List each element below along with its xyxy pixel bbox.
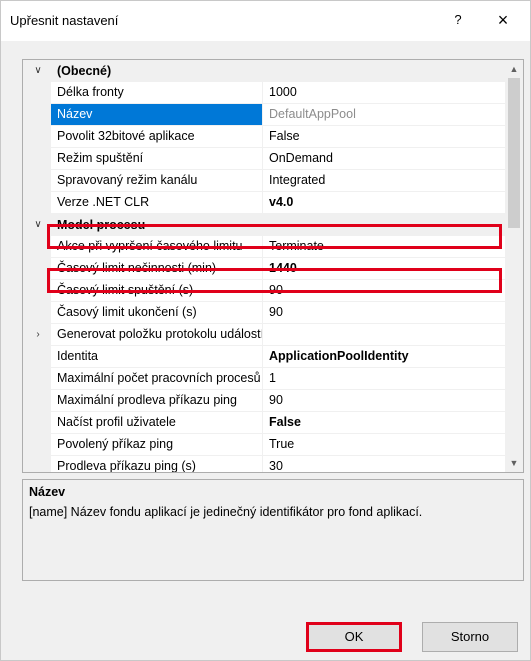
property-name: Maximální prodleva příkazu ping (51, 390, 263, 412)
property-name: Délka fronty (51, 82, 263, 104)
cancel-button[interactable]: Storno (422, 622, 518, 652)
expand-chevron-icon[interactable]: ∨ (31, 218, 45, 232)
property-value[interactable]: False (263, 126, 505, 148)
property-name: Načíst profil uživatele (51, 412, 263, 434)
property-row[interactable]: Maximální počet pracovních procesů 1 (23, 368, 505, 390)
property-name: Verze .NET CLR (51, 192, 263, 214)
property-name: Identita (51, 346, 263, 368)
property-value[interactable]: DefaultAppPool (263, 104, 505, 126)
row-gutter (23, 368, 51, 390)
description-panel: Název [name] Název fondu aplikací je jed… (22, 479, 524, 581)
row-gutter (23, 126, 51, 148)
property-row[interactable]: Délka fronty 1000 (23, 82, 505, 104)
property-name: Generovat položku protokolu událostí (51, 324, 263, 346)
row-gutter (23, 170, 51, 192)
row-gutter (23, 82, 51, 104)
dialog-title: Upřesnit nastavení (10, 13, 119, 28)
property-value[interactable]: 1 (263, 368, 505, 390)
property-row[interactable]: Verze .NET CLR v4.0 (23, 192, 505, 214)
property-value[interactable]: 1000 (263, 82, 505, 104)
property-row[interactable]: Název DefaultAppPool (23, 104, 505, 126)
title-bar: Upřesnit nastavení ? × (1, 1, 530, 41)
property-name: Spravovaný režim kanálu (51, 170, 263, 192)
row-gutter: ∨ (23, 60, 51, 82)
expand-chevron-icon[interactable]: › (31, 328, 45, 342)
row-gutter (23, 434, 51, 456)
help-button[interactable]: ? (447, 9, 469, 31)
category-label: (Obecné) (51, 60, 505, 82)
row-gutter (23, 456, 51, 472)
property-row[interactable]: Povolit 32bitové aplikace False (23, 126, 505, 148)
property-row[interactable]: Časový limit ukončení (s) 90 (23, 302, 505, 324)
advanced-settings-dialog: Upřesnit nastavení ? × ∨ (Obecné) Délka fr… (0, 0, 531, 661)
row-gutter (23, 390, 51, 412)
highlight-model-procesu (47, 224, 502, 249)
property-value[interactable]: False (263, 412, 505, 434)
highlight-idle-timeout (47, 268, 502, 293)
expand-chevron-icon[interactable]: ∨ (31, 64, 45, 78)
property-value[interactable]: True (263, 434, 505, 456)
property-value[interactable]: ApplicationPoolIdentity (263, 346, 505, 368)
description-text: [name] Název fondu aplikací je jedinečný… (29, 505, 423, 519)
scroll-down-icon[interactable]: ▼ (505, 454, 523, 472)
property-row[interactable]: Povolený příkaz ping True (23, 434, 505, 456)
property-name: Maximální počet pracovních procesů (51, 368, 263, 390)
property-row[interactable]: Spravovaný režim kanálu Integrated (23, 170, 505, 192)
property-rows: ∨ (Obecné) Délka fronty 1000 Název DefaultApp… (23, 60, 505, 472)
description-title: Název (29, 485, 66, 499)
property-name: Režim spuštění (51, 148, 263, 170)
property-value[interactable]: 90 (263, 302, 505, 324)
row-gutter (23, 104, 51, 126)
property-value[interactable]: OnDemand (263, 148, 505, 170)
property-row[interactable]: Maximální prodleva příkazu ping 90 (23, 390, 505, 412)
scroll-thumb[interactable] (508, 78, 520, 228)
row-gutter: › (23, 324, 51, 346)
ok-button[interactable]: OK (306, 622, 402, 652)
property-value[interactable]: 90 (263, 390, 505, 412)
property-row[interactable]: Prodleva příkazu ping (s) 30 (23, 456, 505, 472)
property-value[interactable]: Integrated (263, 170, 505, 192)
row-gutter (23, 302, 51, 324)
row-gutter (23, 412, 51, 434)
scroll-up-icon[interactable]: ▲ (505, 60, 523, 78)
property-value[interactable]: 30 (263, 456, 505, 472)
property-name: Časový limit ukončení (s) (51, 302, 263, 324)
property-name: Povolený příkaz ping (51, 434, 263, 456)
property-name: Povolit 32bitové aplikace (51, 126, 263, 148)
property-row[interactable]: › Generovat položku protokolu událostí (23, 324, 505, 346)
property-name: Název (51, 104, 263, 126)
property-row[interactable]: Režim spuštění OnDemand (23, 148, 505, 170)
property-name: Prodleva příkazu ping (s) (51, 456, 263, 472)
property-grid[interactable]: ∨ (Obecné) Délka fronty 1000 Název DefaultApp… (22, 59, 524, 473)
row-gutter (23, 148, 51, 170)
property-row[interactable]: Načíst profil uživatele False (23, 412, 505, 434)
vertical-scrollbar[interactable]: ▲ ▼ (505, 60, 523, 472)
row-gutter (23, 192, 51, 214)
property-row[interactable]: Identita ApplicationPoolIdentity (23, 346, 505, 368)
property-value[interactable]: v4.0 (263, 192, 505, 214)
property-value[interactable] (263, 324, 505, 346)
row-gutter (23, 346, 51, 368)
category-row[interactable]: ∨ (Obecné) (23, 60, 505, 82)
close-button[interactable]: × (491, 9, 515, 31)
